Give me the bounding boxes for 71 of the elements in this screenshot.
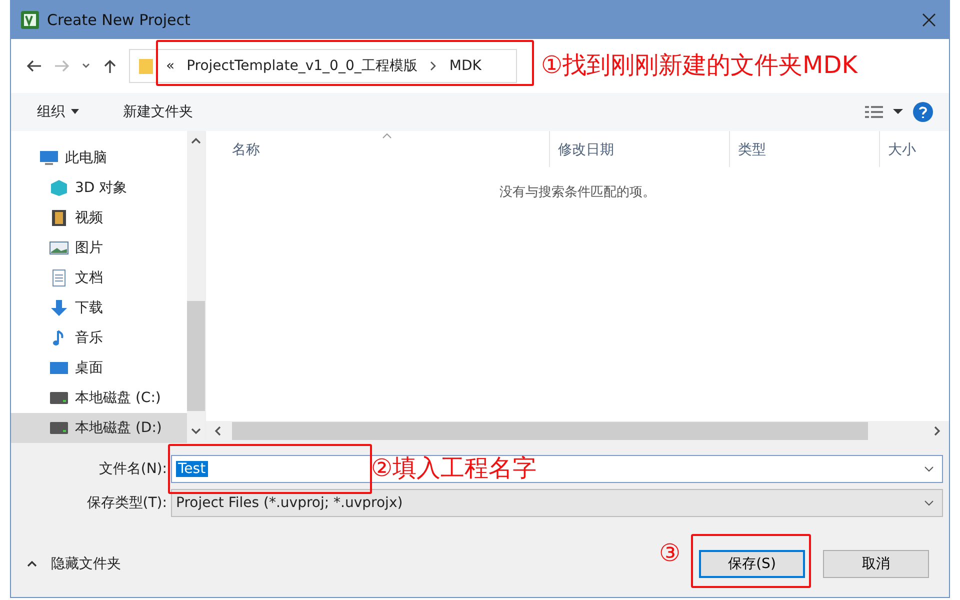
- hide-folders-button[interactable]: 隐藏文件夹: [45, 554, 127, 574]
- column-header[interactable]: 名称: [206, 131, 550, 167]
- overflow-chevron[interactable]: «: [166, 58, 175, 74]
- drive-icon: [49, 389, 69, 407]
- annotation-text: ①找到刚刚新建的文件夹MDK: [541, 50, 858, 81]
- scrollbar-thumb[interactable]: [232, 422, 868, 440]
- sidebar-label: 视频: [75, 209, 103, 227]
- sidebar-label: 3D 对象: [75, 179, 128, 197]
- sidebar-item[interactable]: 桌面: [11, 353, 187, 383]
- annotation-text: ②填入工程名字: [371, 453, 537, 484]
- window-title: Create New Project: [47, 11, 190, 29]
- annotation-text: ③: [659, 539, 681, 567]
- vertical-scrollbar[interactable]: [187, 131, 205, 441]
- empty-message: 没有与搜索条件匹配的项。: [500, 184, 656, 201]
- sidebar-label: 本地磁盘 (D:): [75, 419, 162, 437]
- close-icon: [922, 13, 936, 27]
- horizontal-scrollbar[interactable]: [206, 421, 949, 441]
- picture-icon: [49, 239, 69, 257]
- sidebar-label: 桌面: [75, 359, 103, 377]
- breadcrumb[interactable]: MDK: [449, 58, 482, 74]
- cube-icon: [49, 179, 69, 197]
- sidebar-item[interactable]: 本地磁盘 (D:): [11, 413, 187, 443]
- filename-label: 文件名(N):: [98, 460, 168, 478]
- sort-caret-icon: [382, 133, 392, 139]
- view-list-icon[interactable]: [865, 105, 883, 119]
- sidebar-label: 下载: [75, 299, 103, 317]
- sidebar-item[interactable]: 此电脑: [11, 143, 187, 173]
- column-header[interactable]: 类型: [730, 131, 880, 167]
- column-header[interactable]: 大小: [880, 131, 949, 167]
- drive-icon: [49, 419, 69, 437]
- scroll-right-icon[interactable]: [933, 426, 941, 436]
- app-icon: [21, 11, 39, 29]
- scroll-down-icon[interactable]: [191, 427, 201, 435]
- dropdown-caret-icon[interactable]: [924, 500, 934, 506]
- chevron-icon: [429, 61, 438, 71]
- new-folder-button[interactable]: 新建文件夹: [117, 102, 199, 122]
- column-header[interactable]: 修改日期: [550, 131, 730, 167]
- sidebar-label: 文档: [75, 269, 103, 287]
- dropdown-caret-icon[interactable]: [924, 466, 934, 472]
- filetype-dropdown[interactable]: Project Files (*.uvproj; *.uvprojx): [171, 489, 943, 517]
- dialog-button[interactable]: 取消: [823, 550, 929, 578]
- sidebar-item[interactable]: 文档: [11, 263, 187, 293]
- folder-icon: [138, 57, 154, 75]
- address-bar[interactable]: « ProjectTemplate_v1_0_0_工程模版 MDK: [129, 49, 517, 83]
- sidebar-label: 此电脑: [65, 149, 107, 167]
- sidebar-item[interactable]: 图片: [11, 233, 187, 263]
- scrollbar-thumb[interactable]: [187, 301, 205, 411]
- caret-icon[interactable]: [81, 62, 91, 70]
- sidebar-label: 图片: [75, 239, 103, 257]
- film-icon: [49, 209, 69, 227]
- dialog-button[interactable]: 保存(S): [699, 550, 805, 578]
- desktop-icon: [49, 359, 69, 377]
- breadcrumb[interactable]: ProjectTemplate_v1_0_0_工程模版: [186, 57, 418, 75]
- help-icon[interactable]: [913, 102, 933, 122]
- back-arrow-icon[interactable]: [25, 58, 43, 74]
- sidebar-item[interactable]: 音乐: [11, 323, 187, 353]
- sidebar-label: 音乐: [75, 329, 103, 347]
- sidebar-item[interactable]: 视频: [11, 203, 187, 233]
- filetype-label: 保存类型(T):: [86, 494, 168, 512]
- sidebar-item[interactable]: 下载: [11, 293, 187, 323]
- download-icon: [49, 299, 69, 317]
- scroll-up-icon[interactable]: [191, 137, 201, 145]
- sidebar-item[interactable]: 3D 对象: [11, 173, 187, 203]
- collapse-caret-icon[interactable]: [27, 560, 37, 568]
- scroll-left-icon[interactable]: [214, 426, 222, 436]
- organize-button[interactable]: 组织: [31, 102, 85, 122]
- caret-icon: [71, 109, 79, 115]
- sidebar-label: 本地磁盘 (C:): [75, 389, 161, 407]
- pc-icon: [39, 149, 59, 167]
- caret-icon[interactable]: [893, 109, 903, 115]
- sidebar-item[interactable]: 本地磁盘 (C:): [11, 383, 187, 413]
